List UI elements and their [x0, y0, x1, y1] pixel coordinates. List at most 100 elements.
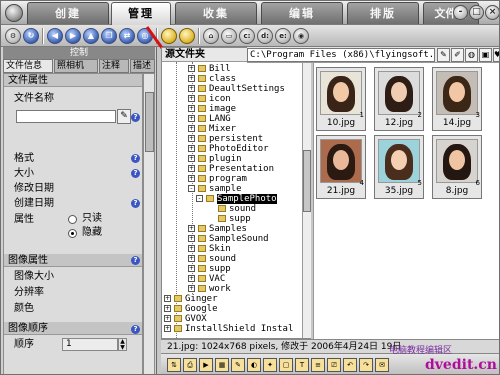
- folder-tree-item[interactable]: + GVOX: [164, 314, 302, 324]
- order-input[interactable]: 1: [62, 338, 118, 351]
- color-icon[interactable]: ◐: [247, 358, 261, 372]
- path-input[interactable]: C:\Program Files (x86)\flyingsoft.com: [247, 48, 435, 62]
- expand-icon[interactable]: +: [188, 285, 195, 292]
- info-icon[interactable]: ?: [131, 169, 140, 178]
- folder-tree-item[interactable]: + class: [188, 74, 302, 84]
- section-image-attrs[interactable]: 图像属性: [4, 254, 142, 267]
- folder-tree-item[interactable]: + Presentation: [188, 164, 302, 174]
- tab-camera[interactable]: 照相机: [54, 59, 98, 73]
- find-binoculars-icon[interactable]: ◎: [137, 28, 153, 44]
- tab-manage[interactable]: 管理: [111, 2, 171, 26]
- folder-tree-item[interactable]: + Mixer: [188, 124, 302, 134]
- paint-icon[interactable]: ✎: [231, 358, 245, 372]
- hidden-radio[interactable]: [68, 229, 77, 238]
- collapse-icon[interactable]: -: [188, 185, 195, 192]
- folder-tree-item[interactable]: + work: [188, 284, 302, 294]
- section-file-attrs[interactable]: 文件属性: [4, 74, 142, 87]
- expand-icon[interactable]: +: [164, 325, 171, 332]
- expand-icon[interactable]: +: [164, 305, 171, 312]
- tools-icon[interactable]: ✐: [451, 48, 464, 62]
- move-icon[interactable]: ⇄: [119, 28, 135, 44]
- thumbnail-item[interactable]: 4 21.jpg: [316, 135, 366, 199]
- thumbnail-item[interactable]: 6 8.jpg: [432, 135, 482, 199]
- expand-icon[interactable]: +: [188, 135, 195, 142]
- folder-tree-item[interactable]: + Skin: [188, 244, 302, 254]
- maximize-button[interactable]: □: [469, 5, 484, 20]
- text-icon[interactable]: T: [295, 358, 309, 372]
- folder-tree-item[interactable]: + icon: [188, 94, 302, 104]
- email-icon[interactable]: ✉: [375, 358, 389, 372]
- expand-icon[interactable]: +: [188, 165, 195, 172]
- folder-tree-scrollbar[interactable]: [302, 62, 311, 338]
- folder-tree-item[interactable]: + Ginger: [164, 294, 302, 304]
- expand-icon[interactable]: +: [188, 95, 195, 102]
- expand-icon[interactable]: +: [188, 245, 195, 252]
- left-panel-scrollbar[interactable]: [143, 73, 155, 374]
- folder-tree-item[interactable]: + supp: [188, 264, 302, 274]
- up-folder-icon[interactable]: ▲: [83, 28, 99, 44]
- minimize-button[interactable]: -: [453, 5, 468, 20]
- scroll-thumb[interactable]: [303, 150, 311, 212]
- forward-icon[interactable]: ▶: [65, 28, 81, 44]
- folder-tree-item[interactable]: + Samples: [188, 224, 302, 234]
- folder-tree-item[interactable]: + SampleSound: [188, 234, 302, 244]
- image-icon[interactable]: ▣: [479, 48, 492, 62]
- tab-layout[interactable]: 排版: [347, 2, 419, 24]
- folder-tree-item[interactable]: - sample: [188, 184, 302, 194]
- redo-icon[interactable]: ↷: [359, 358, 373, 372]
- expand-icon[interactable]: +: [188, 105, 195, 112]
- app-logo-icon[interactable]: [5, 4, 23, 22]
- copy-icon[interactable]: ❐: [101, 28, 117, 44]
- back-icon[interactable]: ◀: [47, 28, 63, 44]
- favorites-icon[interactable]: [161, 28, 177, 44]
- sort-icon[interactable]: ⇅: [167, 358, 181, 372]
- expand-icon[interactable]: +: [188, 265, 195, 272]
- network-icon[interactable]: ◉: [293, 28, 309, 44]
- folder-tree-item[interactable]: sound: [208, 204, 302, 214]
- folder-tree-item[interactable]: + InstallShield Instal: [164, 324, 302, 334]
- folder-tree-item[interactable]: + DeaultSettings: [188, 84, 302, 94]
- expand-icon[interactable]: +: [188, 145, 195, 152]
- info-icon[interactable]: ?: [131, 325, 140, 334]
- history-icon[interactable]: [179, 28, 195, 44]
- expand-icon[interactable]: +: [188, 155, 195, 162]
- folder-tree-item[interactable]: + Google: [164, 304, 302, 314]
- tab-file-info[interactable]: 文件信息: [3, 59, 53, 73]
- rename-pen-icon[interactable]: ✎: [117, 109, 131, 124]
- folder-tree-item[interactable]: - SamplePhoto: [196, 194, 302, 204]
- info-icon[interactable]: ?: [131, 113, 140, 122]
- tab-description[interactable]: 描述: [130, 59, 155, 73]
- folder-tree-item[interactable]: + sound: [188, 254, 302, 264]
- folder-tree-item[interactable]: + image: [188, 104, 302, 114]
- drive-e-icon[interactable]: e:: [275, 28, 291, 44]
- thumbnail-item[interactable]: 1 10.jpg: [316, 67, 366, 131]
- expand-icon[interactable]: +: [164, 315, 171, 322]
- expand-icon[interactable]: +: [188, 115, 195, 122]
- layers-icon[interactable]: ≡: [311, 358, 325, 372]
- info-icon[interactable]: ?: [131, 154, 140, 163]
- close-button[interactable]: ×: [485, 5, 499, 20]
- thumbnail-item[interactable]: 3 14.jpg: [432, 67, 482, 131]
- desktop-icon[interactable]: ▭: [221, 28, 237, 44]
- drive-c-icon[interactable]: c:: [239, 28, 255, 44]
- folder-tree-item[interactable]: + LANG: [188, 114, 302, 124]
- slideshow-icon[interactable]: ▶: [199, 358, 213, 372]
- folder-tree-item[interactable]: + program: [188, 174, 302, 184]
- undo-icon[interactable]: ↶: [343, 358, 357, 372]
- readonly-radio[interactable]: [68, 215, 77, 224]
- tab-create[interactable]: 创建: [27, 2, 109, 24]
- folder-tree-item[interactable]: + persistent: [188, 134, 302, 144]
- order-spinner[interactable]: ▲ ▼: [118, 338, 127, 351]
- tab-edit[interactable]: 编辑: [261, 2, 343, 24]
- expand-icon[interactable]: +: [164, 295, 171, 302]
- expand-icon[interactable]: +: [188, 235, 195, 242]
- info-icon[interactable]: ?: [131, 199, 140, 208]
- info-icon[interactable]: ?: [131, 256, 140, 265]
- folder-tree-item[interactable]: supp: [208, 214, 302, 224]
- folder-tree-item[interactable]: + VAC: [188, 274, 302, 284]
- thumbnail-item[interactable]: 2 12.jpg: [374, 67, 424, 131]
- expand-icon[interactable]: +: [188, 65, 195, 72]
- expand-icon[interactable]: +: [188, 275, 195, 282]
- expand-icon[interactable]: +: [188, 75, 195, 82]
- scroll-thumb[interactable]: [145, 92, 154, 152]
